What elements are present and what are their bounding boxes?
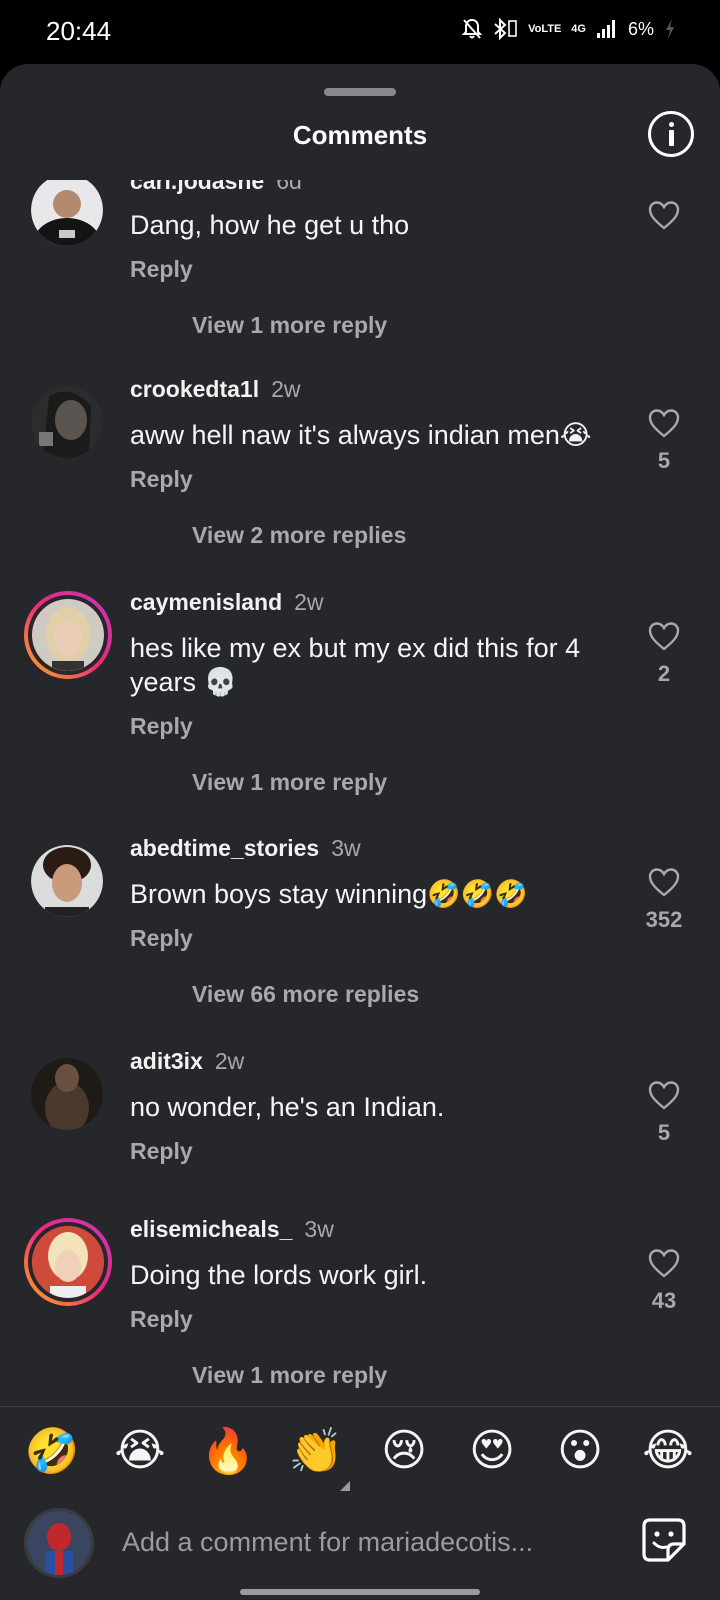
reply-button[interactable]: Reply	[130, 925, 193, 952]
comment-meta: caymenisland 2w	[130, 589, 324, 616]
like-count: 5	[657, 1120, 671, 1145]
comment-meta: elisemicheals_ 3w	[130, 1216, 334, 1243]
comment-text: no wonder, he's an Indian.	[130, 1092, 445, 1122]
bluetooth-icon	[492, 18, 518, 40]
comment-username[interactable]: abedtime_stories	[130, 835, 319, 861]
comment-text: Brown boys stay winning🤣🤣🤣	[130, 879, 528, 909]
like-button[interactable]: 43	[632, 1248, 696, 1314]
reply-button[interactable]: Reply	[130, 466, 193, 493]
reaction-sad[interactable]: 😢	[374, 1425, 434, 1476]
like-count: 5	[657, 448, 671, 473]
comment-meta: carl.jodashe 6d	[130, 180, 302, 195]
avatar[interactable]	[31, 845, 103, 917]
heart-icon	[648, 409, 680, 438]
comment-time: 3w	[304, 1216, 334, 1242]
volte-bottom-label: LTE	[541, 23, 562, 35]
avatar[interactable]	[31, 180, 103, 246]
comment-username[interactable]: caymenisland	[130, 589, 282, 615]
comment-meta: abedtime_stories 3w	[130, 835, 361, 862]
avatar[interactable]	[24, 1218, 112, 1306]
charging-bolt-icon	[664, 18, 676, 40]
like-button[interactable]: 5	[632, 408, 696, 474]
comment-username[interactable]: adit3ix	[130, 1048, 203, 1074]
status-icons: Vo LTE 4G 6%	[462, 18, 676, 40]
like-count: 43	[651, 1288, 677, 1313]
avatar-inner	[28, 1222, 108, 1302]
reaction-fire[interactable]: 🔥	[198, 1425, 258, 1477]
volte-top-label: Vo	[528, 23, 542, 35]
reaction-surprised[interactable]: 😮	[550, 1425, 610, 1476]
comment-time: 2w	[294, 589, 324, 615]
heart-icon	[648, 1081, 680, 1110]
quick-reactions-bar: 🤣 😭 🔥 👏 😢 😍 😮 😂	[0, 1406, 720, 1496]
view-more-replies[interactable]: View 66 more replies	[192, 981, 419, 1008]
reaction-heart-eyes[interactable]: 😍	[462, 1425, 522, 1476]
like-button[interactable]: 2	[632, 621, 696, 687]
sticker-icon[interactable]	[640, 1516, 688, 1564]
like-button[interactable]	[632, 200, 696, 230]
comment-time: 2w	[214, 1048, 245, 1074]
comment-text: Doing the lords work girl.	[130, 1260, 428, 1290]
reply-button[interactable]: Reply	[130, 1138, 193, 1165]
reaction-crying[interactable]: 😭	[110, 1425, 170, 1476]
view-more-replies[interactable]: View 2 more replies	[192, 522, 406, 549]
avatar	[24, 1508, 94, 1578]
comment-text: Dang, how he get u tho	[130, 210, 410, 240]
avatar[interactable]	[31, 386, 103, 458]
battery-percent: 6%	[627, 18, 654, 39]
sheet-title: Comments	[292, 120, 428, 150]
avatar-inner	[28, 595, 108, 675]
status-bar: 20:44 Vo LTE 4G 6%	[0, 0, 720, 64]
like-count: 2	[657, 661, 671, 686]
avatar[interactable]	[24, 591, 112, 679]
like-button[interactable]: 352	[632, 867, 696, 933]
mute-bell-icon	[462, 18, 483, 40]
like-count: 352	[645, 907, 683, 932]
comment-time: 2w	[271, 376, 301, 402]
comment-text: aww hell naw it's always indian men😭	[130, 420, 592, 450]
comments-list[interactable]: carl.jodashe 6d Dang, how he get u tho Re…	[0, 180, 720, 1470]
volte-indicator: Vo LTE	[528, 23, 562, 35]
reply-button[interactable]: Reply	[130, 256, 193, 283]
heart-icon	[648, 201, 680, 230]
comment-meta: adit3ix 2w	[130, 1048, 244, 1075]
avatar[interactable]	[31, 1058, 103, 1130]
comment-text: hes like my ex but my ex did this for 4 …	[130, 633, 581, 697]
reply-button[interactable]: Reply	[130, 1306, 193, 1333]
comment-username[interactable]: carl.jodashe	[130, 180, 264, 194]
comment-meta: crookedta1l 2w	[130, 376, 301, 403]
info-icon[interactable]	[648, 111, 694, 157]
info-stem	[669, 130, 674, 146]
sheet-grabber-handle[interactable]	[324, 88, 396, 96]
reaction-variant-caret	[340, 1481, 350, 1491]
comment-input[interactable]	[122, 1522, 592, 1562]
status-time: 20:44	[46, 16, 112, 46]
view-more-replies[interactable]: View 1 more reply	[192, 769, 387, 796]
comment-time: 6d	[276, 180, 302, 194]
reply-button[interactable]: Reply	[130, 713, 193, 740]
signal-icon	[596, 19, 618, 39]
reaction-clap[interactable]: 👏	[286, 1425, 346, 1477]
reaction-rofl[interactable]: 🤣	[22, 1425, 82, 1477]
heart-icon	[648, 868, 680, 897]
comment-username[interactable]: crookedta1l	[130, 376, 259, 402]
comment-composer	[0, 1496, 720, 1600]
reaction-joy[interactable]: 😂	[638, 1425, 698, 1476]
info-dot	[669, 122, 674, 127]
comments-sheet: Comments carl.jodashe 6d Dang, how he get…	[0, 64, 720, 1600]
comment-time: 3w	[331, 835, 361, 861]
view-more-replies[interactable]: View 1 more reply	[192, 312, 387, 339]
heart-icon	[648, 622, 680, 651]
comment-username[interactable]: elisemicheals_	[130, 1216, 292, 1242]
view-more-replies[interactable]: View 1 more reply	[192, 1362, 387, 1389]
heart-icon	[648, 1249, 680, 1278]
like-button[interactable]: 5	[632, 1080, 696, 1146]
home-indicator[interactable]	[240, 1589, 480, 1595]
network-type: 4G	[571, 23, 586, 35]
